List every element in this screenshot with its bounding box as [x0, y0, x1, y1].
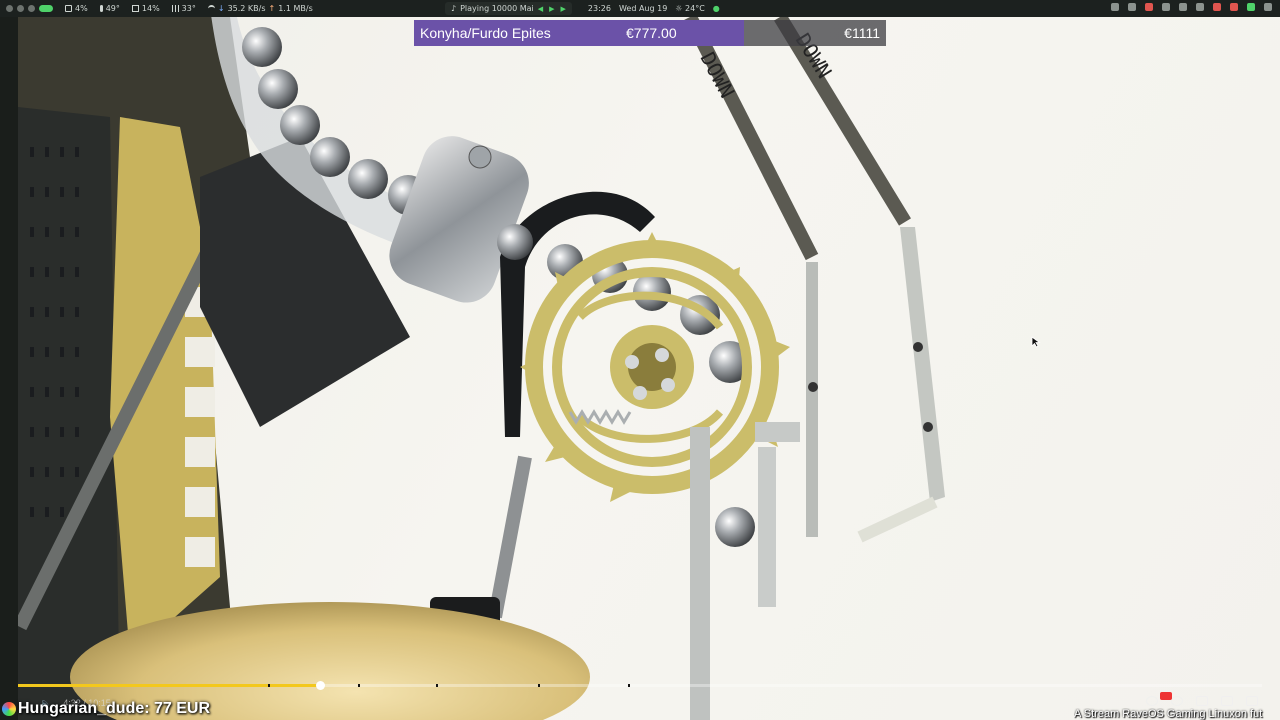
chapter-marker [358, 684, 360, 687]
beater-shaft [488, 455, 532, 619]
chapter-marker [628, 684, 630, 687]
lower-post-2 [758, 447, 776, 607]
sun-icon: ☼ [675, 4, 683, 13]
stream-ticker: A Stream RaveOS Gaming Linuxon fut [1074, 708, 1280, 720]
vertical-arm-1 [806, 262, 818, 537]
battery-icon[interactable] [1196, 3, 1204, 11]
download-arrow-icon: ↓ [217, 4, 225, 13]
date[interactable]: Wed Aug 19 [619, 4, 667, 13]
goal-target: €1111 [844, 25, 880, 41]
screen: 4% 49° 14% 33° ↓ 35.2 KB/s ↑ 1.1 MB/s ♪ Pl… [0, 0, 1280, 720]
workspace-dot-active[interactable] [39, 5, 53, 12]
gpu-icon [171, 5, 179, 12]
donor-avatar-icon [2, 702, 16, 716]
goal-title: Konyha/Furdo Epites [420, 25, 551, 41]
chapter-marker [538, 684, 540, 687]
workspace-dot[interactable] [17, 5, 24, 12]
temp-stat: 49° [99, 4, 120, 13]
ticker-text: A Stream RaveOS Gaming Linuxon fut [1074, 708, 1263, 720]
lower-post [690, 427, 710, 720]
hinge-plate [755, 422, 800, 442]
donor-alert: Hungarian_dude: 77 EUR [2, 700, 210, 718]
tray-status-icon[interactable] [1247, 3, 1255, 11]
workspace-dot[interactable] [28, 5, 35, 12]
gpu-stat: 33° [171, 4, 196, 13]
rivet-icon [913, 342, 923, 352]
tray-icons [1111, 3, 1272, 11]
donor-text: Hungarian_dude: 77 EUR [18, 700, 211, 717]
tray-icon[interactable] [1128, 3, 1136, 11]
video-scene: DOWN DOWN [13, 17, 945, 720]
miniplayer-icon[interactable] [1196, 696, 1208, 706]
vertical-arm-2 [900, 227, 945, 502]
label-down-1: DOWN [696, 48, 740, 102]
cpu-icon [65, 5, 72, 12]
play-icon[interactable]: ▶ [549, 5, 554, 13]
power-icon[interactable] [1264, 3, 1272, 11]
microphone-icon[interactable] [1213, 3, 1221, 11]
memory-icon [131, 5, 139, 12]
tray-icon[interactable] [1162, 3, 1170, 11]
thermometer-icon [99, 5, 103, 12]
weather[interactable]: ☼ 24°C [675, 4, 704, 13]
donation-goal-overlay: Konyha/Furdo Epites €777.00 €1111 [414, 20, 886, 46]
chapter-marker [268, 684, 270, 687]
wifi-icon [207, 5, 215, 12]
tray-record-icon[interactable] [1145, 3, 1153, 11]
center-status: ♪ Playing 10000 Mai ◀ ▶ ▶ 23:26 Wed Aug … [445, 2, 720, 15]
fullscreen-icon[interactable] [1246, 696, 1258, 706]
now-playing[interactable]: ♪ Playing 10000 Mai ◀ ▶ ▶ [445, 2, 572, 15]
chapter-marker [436, 684, 438, 687]
progress-played [18, 684, 321, 687]
left-bezel [0, 17, 18, 720]
workspace-indicators[interactable] [6, 5, 53, 12]
arm-foot [857, 496, 938, 543]
theater-mode-icon[interactable] [1221, 696, 1233, 706]
hd-badge-icon [1160, 692, 1172, 700]
tray-alert-icon[interactable] [1230, 3, 1238, 11]
video-progress-bar[interactable] [18, 681, 1262, 690]
screw-icon [468, 145, 492, 169]
pause-icon[interactable] [1146, 696, 1158, 706]
goal-current: €777.00 [626, 25, 677, 41]
settings-gear-icon[interactable] [1171, 696, 1183, 706]
previous-icon[interactable]: ◀ [538, 5, 543, 13]
mouse-cursor-icon [1031, 336, 1041, 348]
rivet-icon [808, 382, 818, 392]
clipboard-icon[interactable] [1179, 3, 1187, 11]
tray-icon[interactable] [1111, 3, 1119, 11]
next-icon[interactable]: ▶ [561, 5, 566, 13]
media-controls[interactable]: ◀ ▶ ▶ [538, 5, 566, 13]
status-green-icon: ● [712, 4, 720, 13]
upload-arrow-icon: ↑ [268, 4, 276, 13]
rivet-icon [923, 422, 933, 432]
clock[interactable]: 23:26 [588, 4, 611, 13]
perforated-panel [18, 107, 120, 720]
network-stat: ↓ 35.2 KB/s ↑ 1.1 MB/s [207, 4, 313, 13]
video-frame[interactable]: DOWN DOWN [0, 17, 1280, 720]
workspace-dot[interactable] [6, 5, 13, 12]
memory-stat: 14% [131, 4, 160, 13]
system-status-bar: 4% 49° 14% 33° ↓ 35.2 KB/s ↑ 1.1 MB/s ♪ Pl… [0, 0, 1280, 17]
cpu-stat: 4% [65, 4, 88, 13]
music-note-icon: ♪ [451, 4, 457, 13]
